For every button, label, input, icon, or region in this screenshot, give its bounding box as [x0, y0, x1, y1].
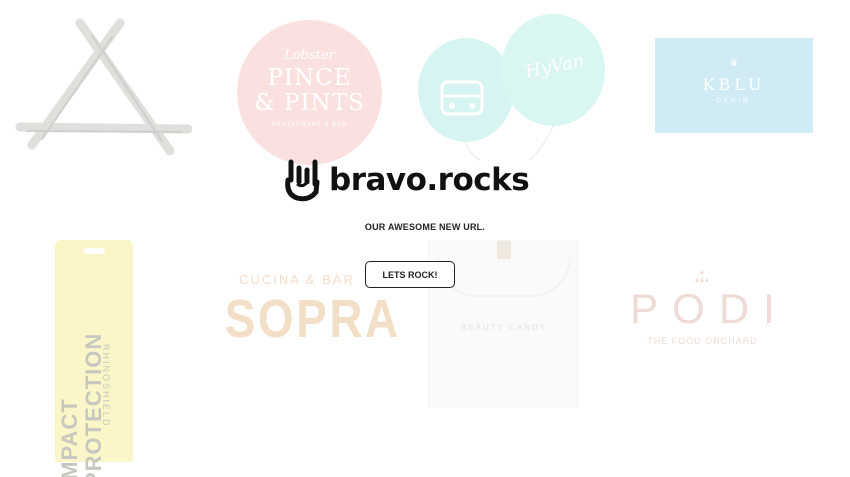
tagline: OUR AWESOME NEW URL.	[364, 222, 486, 232]
lets-rock-button[interactable]: LETS ROCK!	[365, 261, 455, 288]
rock-hand-icon	[285, 159, 320, 202]
hero: bravo.rocks OUR AWESOME NEW URL. LETS RO…	[0, 0, 850, 477]
brand-name: bravo.rocks	[329, 162, 530, 198]
brand-logo[interactable]: bravo.rocks	[283, 155, 543, 205]
